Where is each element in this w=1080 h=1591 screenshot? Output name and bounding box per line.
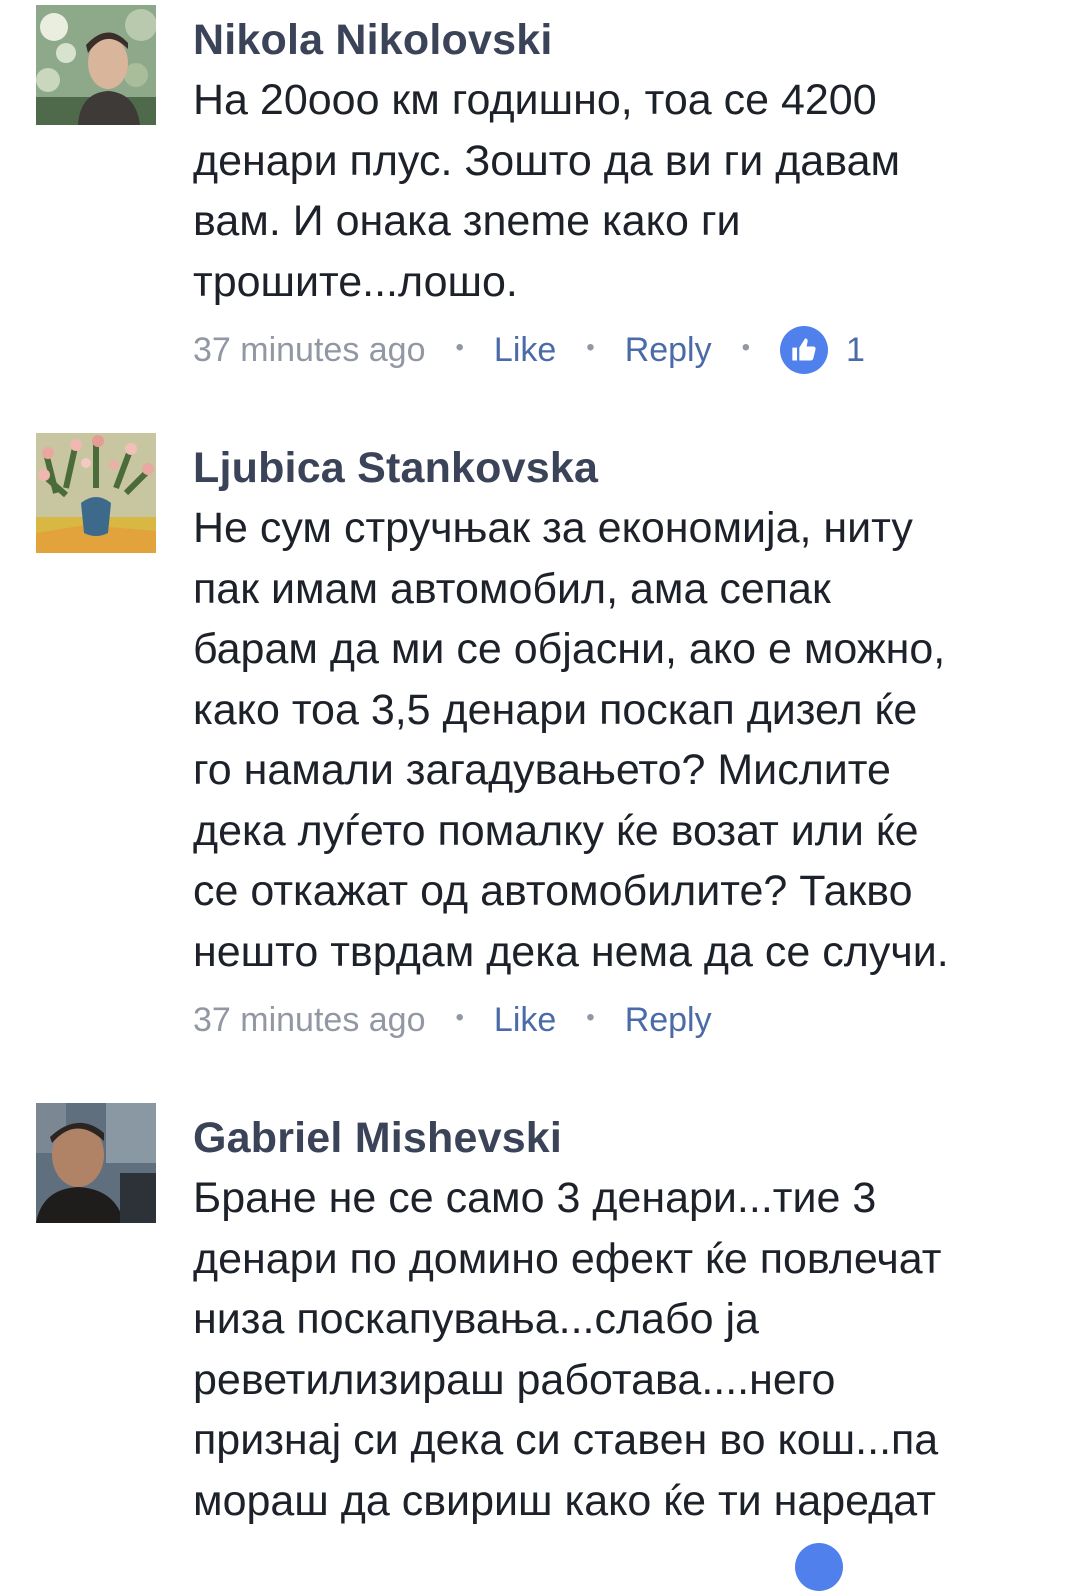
separator-dot: • [586, 1004, 595, 1031]
like-button[interactable]: Like [494, 1001, 556, 1040]
comment-timestamp: 37 minutes ago [193, 330, 426, 369]
separator-dot: • [741, 334, 751, 361]
reaction-summary[interactable]: 1 [780, 326, 865, 374]
comment-text: Бране не се само 3 денари...тие 3 денари… [193, 1174, 942, 1525]
avatar-photo-icon [36, 5, 156, 125]
comment-timestamp: 37 minutes ago [193, 1000, 426, 1039]
comment-author[interactable]: Ljubica Stankovska [193, 438, 1063, 498]
separator-dot: • [455, 334, 464, 361]
avatar-photo-icon [36, 1103, 156, 1223]
separator-dot: • [586, 334, 595, 361]
separator-dot: • [455, 1004, 464, 1031]
comment-content: Ljubica Stankovska Не сум стручњак за ек… [193, 438, 1063, 1050]
reaction-count: 1 [846, 330, 865, 369]
avatar[interactable] [36, 1103, 156, 1223]
comment-text: Не сум стручњак за економија, ниту пак и… [193, 504, 949, 976]
reply-button[interactable]: Reply [625, 1001, 712, 1040]
comment-content: Gabriel Mishevski Бране не се само 3 ден… [193, 1108, 1063, 1531]
avatar-painting-icon [36, 433, 156, 553]
comment-author[interactable]: Gabriel Mishevski [193, 1108, 1063, 1168]
avatar[interactable] [36, 5, 156, 125]
comment-content: Nikola Nikolovski На 20ооо км годишно, т… [193, 10, 1063, 380]
reply-button[interactable]: Reply [625, 331, 712, 370]
comment-meta: 37 minutes ago • Like • Reply • 1 [193, 320, 1063, 380]
comment-meta: 37 minutes ago • Like • Reply [193, 990, 1063, 1050]
thumbs-up-icon [795, 1543, 843, 1591]
like-button[interactable]: Like [494, 331, 556, 370]
avatar[interactable] [36, 433, 156, 553]
comment-author[interactable]: Nikola Nikolovski [193, 10, 1063, 70]
comment-text: На 20ооо км годишно, тоа се 4200 денари … [193, 76, 901, 306]
thumbs-up-icon [780, 326, 829, 374]
